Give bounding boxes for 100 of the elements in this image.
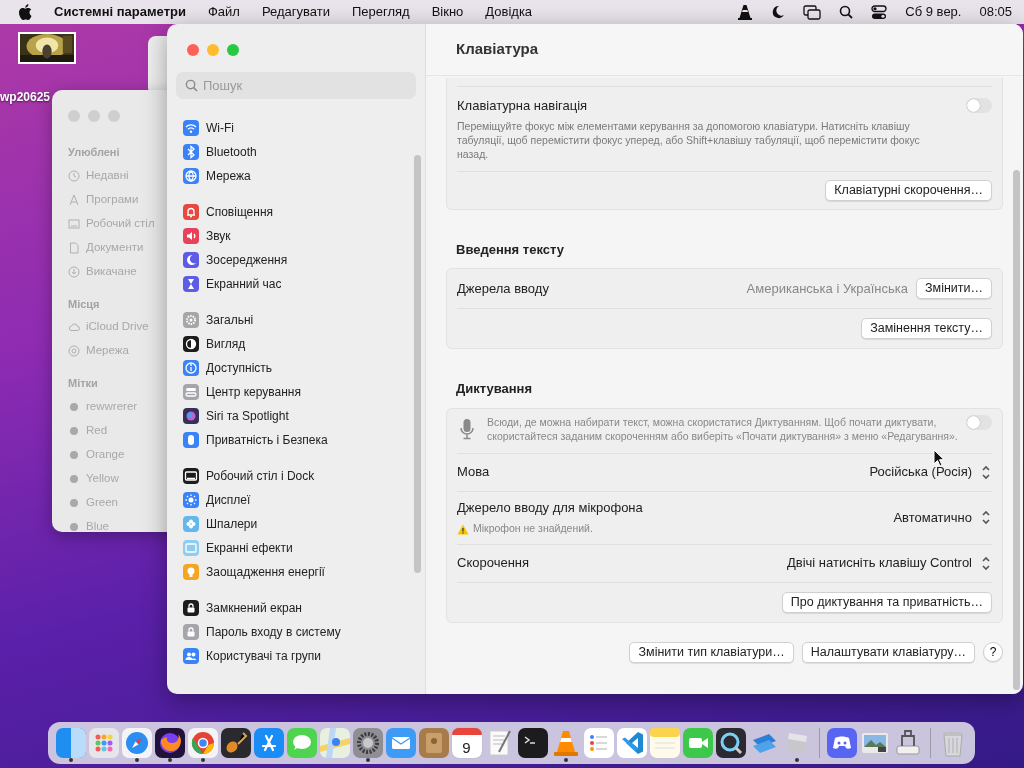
sidebar-item[interactable]: Центр керування [183, 380, 425, 404]
sidebar-item[interactable]: Зосередження [183, 248, 425, 272]
document-icon [68, 241, 80, 254]
list-icon[interactable] [583, 728, 614, 758]
setting-label: Скорочення [457, 554, 530, 573]
menu-item[interactable]: Перегляд [351, 2, 410, 22]
gear-icon[interactable] [352, 728, 383, 758]
sidebar-item[interactable]: Шпалери [183, 512, 425, 536]
screen-mirroring-icon[interactable] [803, 4, 822, 20]
section-header: Диктування [456, 380, 534, 398]
grid-icon[interactable] [88, 728, 119, 758]
search-field[interactable]: Пошук [176, 72, 416, 99]
push-button[interactable]: Замінення тексту… [861, 318, 992, 339]
ribbon-icon[interactable] [616, 728, 647, 758]
popup-value: Російська (Росія) [869, 463, 972, 482]
sidebar-item[interactable]: Дисплеї [183, 488, 425, 512]
control-center-icon[interactable] [871, 4, 888, 20]
sidebar-item[interactable]: Заощадження енергії [183, 560, 425, 584]
warning-icon [457, 523, 469, 535]
menu-bar-date[interactable]: Сб 9 вер. [905, 2, 962, 22]
split-square-icon[interactable] [55, 728, 86, 758]
push-button[interactable]: Налаштувати клавіатуру… [801, 641, 975, 663]
item-label: Робочий стіл і Dock [206, 468, 315, 485]
push-button[interactable]: Клавіатурні скорочення… [825, 179, 992, 201]
section-header: Введення тексту [456, 240, 565, 259]
cloud-icon [68, 321, 80, 333]
push-button[interactable]: Змінити… [916, 278, 992, 299]
item-label: Звук [206, 228, 231, 245]
item-label: Siri та Spotlight [206, 408, 289, 425]
close-button[interactable] [187, 44, 199, 56]
menu-bar-clock[interactable]: 08:05 [979, 2, 1012, 22]
menu-item[interactable]: Редагувати [261, 2, 330, 22]
sidebar-item[interactable]: Siri та Spotlight [183, 404, 425, 428]
file-name[interactable]: wp20625 [0, 88, 51, 106]
scrollbar[interactable] [414, 155, 421, 573]
network-icon [68, 345, 80, 357]
sidebar-item[interactable]: Мережа [183, 164, 425, 188]
sidebar-item[interactable]: Вигляд [183, 332, 425, 356]
sidebar-item[interactable]: Сповіщення [183, 200, 425, 224]
sidebar-item[interactable]: Доступність [183, 356, 425, 380]
menu-item[interactable]: Довідка [485, 2, 533, 22]
magnifier-icon[interactable] [715, 728, 746, 758]
game-controller-icon[interactable] [826, 728, 857, 758]
setting-label: Мова [457, 463, 490, 482]
menu-item[interactable]: Вікно [431, 2, 464, 22]
app-menu[interactable]: Системні параметри [54, 2, 186, 22]
item-label: Заощадження енергії [206, 564, 325, 581]
fox-globe-icon[interactable] [154, 728, 185, 758]
traffic-cone-icon[interactable] [737, 4, 754, 20]
sidebar-item[interactable]: Звук [183, 224, 425, 248]
moon-icon[interactable] [771, 5, 786, 19]
terminal-icon[interactable] [517, 728, 548, 758]
chevrons-icon [980, 463, 992, 481]
push-button[interactable]: Змінити тип клавіатури… [629, 641, 794, 663]
sidebar-item[interactable]: Екранний час [183, 272, 425, 296]
item-label: Користувачі та групи [206, 648, 322, 665]
setting-title: Клавіатурна навігація [457, 97, 589, 115]
item-label: Викачане [86, 263, 137, 279]
sidebar-item[interactable]: Замкнений екран [183, 596, 425, 620]
item-label: Недавні [86, 167, 129, 183]
item-label: Документи [86, 239, 144, 255]
item-label: Сповіщення [206, 204, 274, 221]
item-label: Програми [86, 191, 139, 207]
calendar-icon[interactable]: 9 [451, 728, 482, 758]
section-header: Місця [68, 296, 101, 312]
zoom-button[interactable] [227, 44, 239, 56]
help-button[interactable]: ? [983, 642, 1003, 662]
setting-description: Всюди, де можна набирати текст, можна скористатися Диктуванням. Щоб почати диктувати, скористайтеся заданим скороченням або виберіть «Почати диктування» з меню «Редагування». [487, 414, 958, 443]
envelope-icon[interactable] [385, 728, 416, 758]
popup-menu[interactable]: Російська (Росія) [869, 462, 992, 482]
notepad-icon[interactable] [649, 728, 680, 758]
item-label: rewwrerer [86, 398, 138, 414]
search-icon[interactable] [839, 5, 854, 19]
push-button[interactable]: Про диктування та приватність… [781, 591, 992, 613]
apple-icon[interactable] [18, 4, 32, 20]
book-icon[interactable] [418, 728, 449, 758]
sidebar-item[interactable]: Робочий стіл і Dock [183, 464, 425, 488]
sidebar-item[interactable]: Wi-Fi [183, 116, 425, 140]
sidebar-item[interactable]: Загальні [183, 308, 425, 332]
popup-menu[interactable]: Автоматично [893, 507, 992, 528]
menu-item[interactable]: Файл [207, 2, 240, 22]
sidebar-item[interactable]: Приватність і Безпека [183, 428, 425, 452]
map-icon[interactable] [319, 728, 350, 758]
item-label: Yellow [86, 470, 119, 486]
speech-bubble-icon[interactable] [286, 728, 317, 758]
item-label: Blue [86, 518, 110, 534]
sidebar-item[interactable]: Користувачі та групи [183, 644, 425, 668]
item-label: Екранний час [206, 276, 282, 293]
microphone-icon [459, 417, 475, 440]
tag-dot-icon [68, 448, 80, 461]
setting-label: Джерела вводу [457, 279, 549, 298]
toggle-switch[interactable] [966, 414, 992, 430]
guitar-icon[interactable] [220, 728, 251, 758]
toggle-switch[interactable] [966, 98, 992, 113]
scrollbar[interactable] [1013, 170, 1020, 690]
sidebar-item[interactable]: Пароль входу в систему [183, 620, 425, 644]
sidebar-item[interactable]: Bluetooth [183, 140, 425, 164]
setting-description: Переміщуйте фокус між елементами керування за допомогою клавіатури. Натисніть клавішу табуляції, щоб перемістити фокус уперед, або Shift+клавішу табуляції, щоб перемістити фокус назад. [457, 118, 921, 161]
item-label: Екранні ефекти [206, 540, 293, 557]
sidebar-item[interactable]: Екранні ефекти [183, 536, 425, 560]
